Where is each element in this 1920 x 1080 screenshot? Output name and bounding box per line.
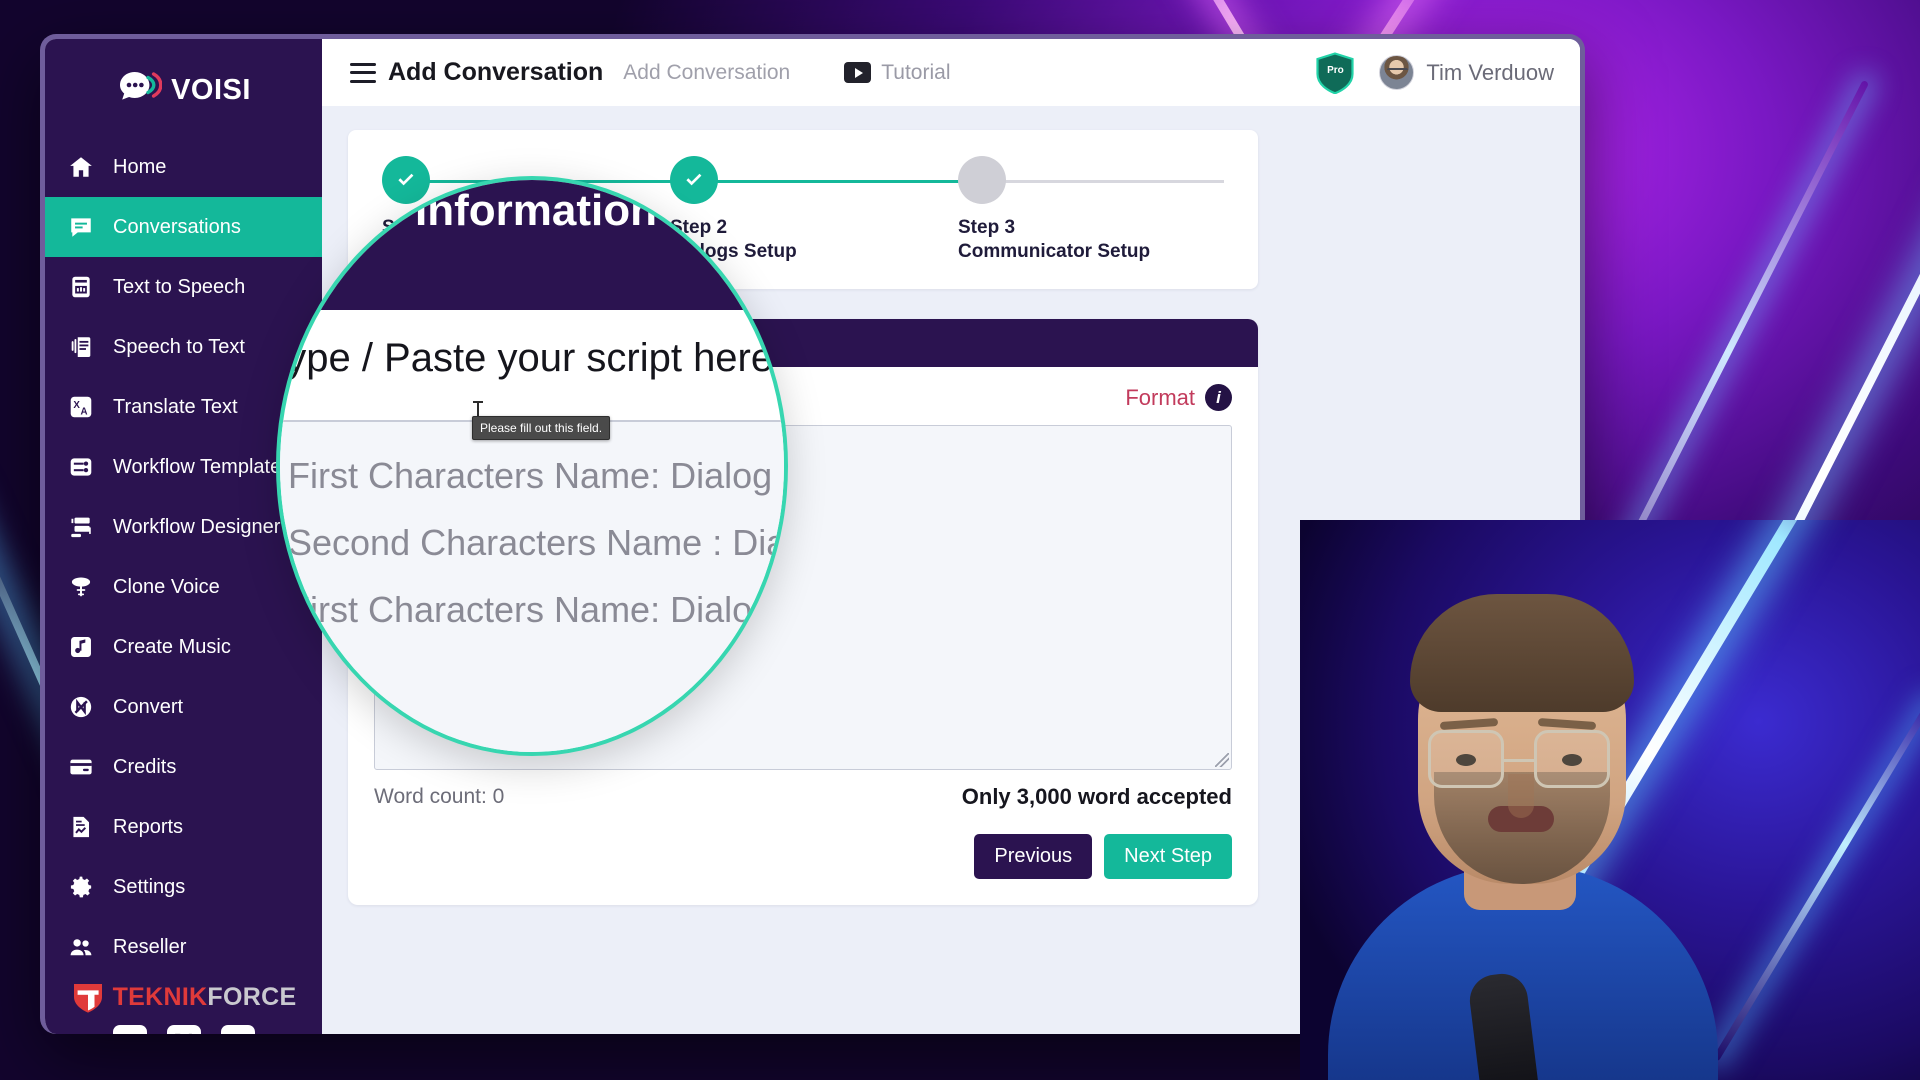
clone-voice-icon <box>67 573 95 601</box>
convert-icon <box>67 693 95 721</box>
reports-icon <box>67 813 95 841</box>
next-step-button[interactable]: Next Step <box>1104 833 1232 879</box>
user-name: Tim Verduow <box>1426 59 1554 85</box>
word-limit-note: Only 3,000 word accepted <box>961 783 1232 809</box>
workflow-designer-icon <box>67 513 95 541</box>
sidebar-item-settings[interactable]: Settings <box>45 857 322 917</box>
sidebar-item-label: Workflow Templates <box>113 455 292 478</box>
sidebar-item-label: Translate Text <box>113 395 238 418</box>
social-links <box>45 1025 322 1034</box>
avatar <box>1379 55 1415 90</box>
step-3-name: Communicator Setup <box>958 241 1151 263</box>
brand-logo[interactable]: VOISI <box>45 39 322 133</box>
magnifier-overlay: Information Type / Paste your script her… <box>276 176 788 756</box>
sidebar-item-label: Conversations <box>113 215 241 238</box>
tutorial-label: Tutorial <box>881 60 951 84</box>
step-3[interactable]: Step 3 Communicator Setup <box>958 156 1246 265</box>
youtube-icon[interactable] <box>220 1025 255 1034</box>
svg-text:A: A <box>80 407 87 418</box>
teknikforce-logo-part1: TEKNIK <box>112 982 208 1011</box>
sidebar-item-label: Home <box>113 155 167 178</box>
sidebar-item-reports[interactable]: Reports <box>45 797 322 857</box>
users-icon <box>67 933 95 961</box>
sidebar-item-label: Reports <box>113 815 184 838</box>
validation-tooltip: Please fill out this field. <box>472 416 611 440</box>
gear-icon <box>67 873 95 901</box>
browser-window: VOISI Home Conversations Text to Speech … <box>40 34 1585 1034</box>
credit-card-icon <box>67 753 95 781</box>
pro-badge-label: Pro <box>1327 65 1344 76</box>
teknikforce-logo[interactable]: TEKNIKFORCE <box>45 981 322 1013</box>
placeholder-line-2: Second Characters Name : Dialog <box>288 522 788 563</box>
svg-text:X: X <box>73 400 80 411</box>
sidebar-item-label: Credits <box>113 755 177 778</box>
user-chip[interactable]: Tim Verduow <box>1379 55 1554 90</box>
teknikforce-logo-part2: FORCE <box>207 982 297 1011</box>
breadcrumb: Add Conversation <box>623 60 791 84</box>
magnified-banner: Information <box>280 180 784 310</box>
brand-name: VOISI <box>171 73 251 106</box>
hamburger-icon[interactable] <box>350 62 376 83</box>
voisi-logo-icon <box>116 69 163 111</box>
x-twitter-icon[interactable] <box>166 1025 201 1034</box>
pro-badge[interactable]: Pro <box>1315 51 1355 94</box>
chat-icon <box>67 213 95 241</box>
topbar-right: Pro Tim Verduow <box>1315 51 1554 94</box>
create-music-icon <box>67 633 95 661</box>
sidebar-item-label: Workflow Designer <box>113 515 281 538</box>
word-count: Word count: 0 <box>374 784 505 808</box>
sidebar-item-label: Text to Speech <box>113 275 246 298</box>
video-play-icon <box>844 62 872 83</box>
sidebar-item-label: Clone Voice <box>113 575 220 598</box>
text-to-speech-icon <box>67 273 95 301</box>
sidebar-item-reseller[interactable]: Reseller <box>45 917 322 977</box>
previous-button[interactable]: Previous <box>974 833 1093 879</box>
step-3-bullet <box>958 156 1006 204</box>
magnified-banner-title: Information <box>415 186 657 235</box>
format-label[interactable]: Format <box>1125 385 1195 411</box>
topbar: Add Conversation Add Conversation Tutori… <box>322 39 1580 106</box>
textarea-resize-handle[interactable] <box>1215 752 1229 767</box>
placeholder-line-3: First Characters Name: Dialog <box>288 589 773 630</box>
speech-to-text-icon <box>67 333 95 361</box>
workflow-templates-icon <box>67 453 95 481</box>
magnified-heading: Type / Paste your script here <box>276 336 774 380</box>
page-title: Add Conversation <box>388 58 604 86</box>
translate-icon: XA <box>67 393 95 421</box>
home-icon <box>67 153 95 181</box>
sidebar-footer: TEKNIKFORCE <box>45 977 322 1034</box>
sidebar-item-label: Reseller <box>113 935 187 958</box>
sidebar-item-label: Convert <box>113 695 184 718</box>
sidebar-item-label: Speech to Text <box>113 335 245 358</box>
step-3-number: Step 3 <box>958 217 1016 238</box>
facebook-icon[interactable] <box>112 1025 147 1034</box>
teknikforce-shield-icon <box>71 981 105 1013</box>
tutorial-link[interactable]: Tutorial <box>844 61 950 85</box>
sidebar-item-label: Create Music <box>113 635 231 658</box>
wizard-buttons: Previous Next Step <box>374 833 1232 879</box>
magnified-script-input[interactable]: First Characters Name: Dialog Second Cha… <box>280 420 788 752</box>
sidebar-item-label: Settings <box>113 875 186 898</box>
info-icon[interactable]: i <box>1205 384 1232 412</box>
script-meta-row: Word count: 0 Only 3,000 word accepted <box>374 784 1232 810</box>
